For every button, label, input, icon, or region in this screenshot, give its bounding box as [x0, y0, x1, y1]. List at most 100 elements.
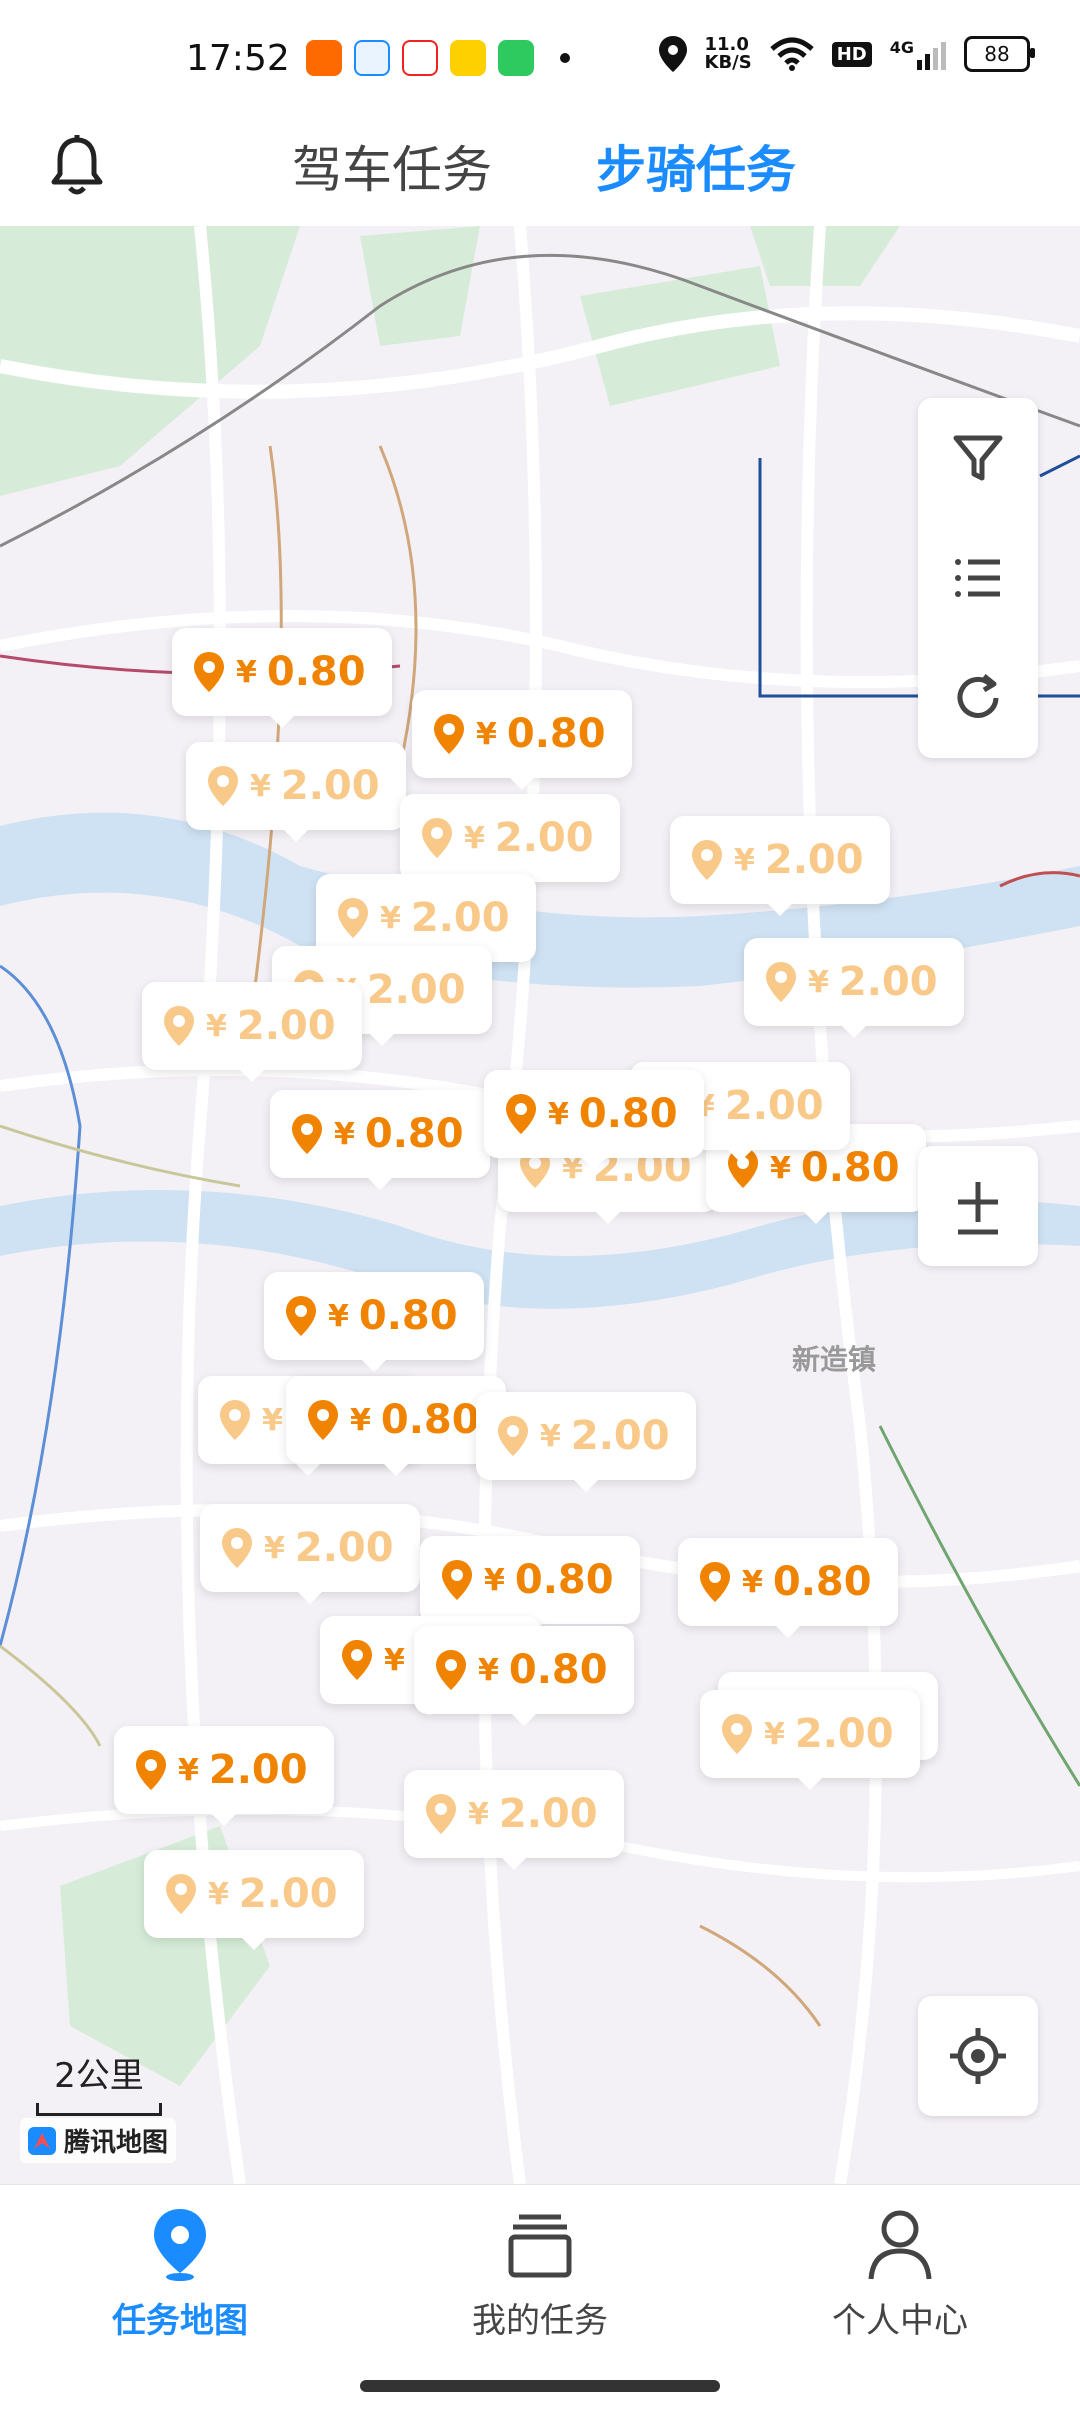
price-amount: 2.00: [280, 763, 380, 809]
price-amount: 2.00: [764, 837, 864, 883]
price-pin[interactable]: ¥0.80: [420, 1536, 640, 1636]
battery-level: 88: [984, 42, 1010, 66]
user-icon: [868, 2210, 932, 2280]
location-pin-icon: [720, 1713, 754, 1755]
bell-icon[interactable]: [48, 134, 106, 198]
currency-symbol: ¥: [540, 1418, 561, 1454]
price-amount: 0.80: [578, 1091, 678, 1137]
task-map[interactable]: 新造镇 ¥0.80¥0.80¥2.00¥2.00¥2.00¥2.00¥2.00¥…: [0, 226, 1080, 2184]
price-amount: 2.00: [498, 1791, 598, 1837]
zoom-button[interactable]: [918, 1146, 1038, 1266]
price-pin[interactable]: ¥2.00: [400, 794, 620, 894]
tab-walk-ride-tasks[interactable]: 步骑任务: [596, 130, 796, 202]
scale-label: 2公里: [54, 2056, 144, 2096]
price-pin[interactable]: ¥2.00: [114, 1726, 334, 1826]
price-amount: 0.80: [772, 1559, 872, 1605]
location-pin-icon: [340, 1639, 374, 1681]
meituan-app-icon: [450, 40, 486, 76]
location-pin-icon: [434, 1649, 468, 1691]
location-pin-icon: [218, 1399, 252, 1441]
nav-task-map[interactable]: 任务地图: [60, 2207, 300, 2342]
currency-symbol: ¥: [262, 1402, 283, 1438]
location-pin-icon: [504, 1093, 538, 1135]
map-tools-panel: [918, 398, 1038, 758]
price-amount: 0.80: [266, 649, 366, 695]
filter-icon: [953, 435, 1003, 481]
tab-drive-tasks[interactable]: 驾车任务: [292, 130, 492, 202]
stack-icon: [508, 2214, 572, 2278]
currency-symbol: ¥: [334, 1116, 355, 1152]
price-pin[interactable]: ¥0.80: [414, 1626, 634, 1726]
price-pin[interactable]: ¥2.00: [404, 1770, 624, 1870]
nav-profile[interactable]: 个人中心: [780, 2207, 1020, 2342]
location-pin-icon: [496, 1415, 530, 1457]
filter-button[interactable]: [918, 398, 1038, 518]
currency-symbol: ¥: [250, 768, 271, 804]
price-pin[interactable]: ¥2.00: [186, 742, 406, 842]
nav-label-my-tasks: 我的任务: [472, 2301, 608, 2341]
price-pin[interactable]: ¥0.80: [286, 1376, 506, 1476]
map-pin-icon: [154, 2209, 206, 2281]
currency-symbol: ¥: [178, 1752, 199, 1788]
provider-label: 腾讯地图: [64, 2128, 169, 2158]
location-pin-icon: [162, 1005, 196, 1047]
price-pin[interactable]: ¥0.80: [678, 1538, 898, 1638]
map-provider-logo: 腾讯地图: [20, 2118, 177, 2163]
location-pin-icon: [424, 1793, 458, 1835]
price-amount: 0.80: [514, 1557, 614, 1603]
price-pin[interactable]: ¥2.00: [476, 1392, 696, 1492]
wechat-icon: [498, 40, 534, 76]
price-pin[interactable]: ¥0.80: [484, 1070, 704, 1170]
status-bar: 17:52 11.0 KB/S HD 4G 88: [0, 0, 1080, 110]
signal-icon: 4G: [890, 38, 946, 70]
map-scale: 2公里: [36, 2048, 162, 2116]
currency-symbol: ¥: [734, 842, 755, 878]
currency-symbol: ¥: [384, 1642, 405, 1678]
price-pin[interactable]: ¥2.00: [144, 1850, 364, 1950]
location-pin-icon: [690, 839, 724, 881]
currency-symbol: ¥: [236, 654, 257, 690]
price-pin[interactable]: ¥0.80: [270, 1090, 490, 1190]
refresh-button[interactable]: [918, 638, 1038, 758]
location-pin-icon: [134, 1749, 168, 1791]
map-place-label: 新造镇: [792, 1343, 877, 1376]
price-pin[interactable]: ¥0.80: [172, 628, 392, 728]
locate-icon: [950, 2028, 1006, 2084]
location-pin-icon: [420, 817, 454, 859]
battery-icon: 88: [964, 36, 1035, 72]
currency-symbol: ¥: [464, 820, 485, 856]
list-button[interactable]: [918, 518, 1038, 638]
location-pin-icon: [440, 1559, 474, 1601]
nav-label-profile: 个人中心: [832, 2301, 968, 2341]
gesture-bar[interactable]: [360, 2380, 720, 2392]
price-pin[interactable]: ¥2.00: [670, 816, 890, 916]
price-amount: 0.80: [364, 1111, 464, 1157]
locate-button[interactable]: [918, 1996, 1038, 2116]
location-pin-icon: [206, 765, 240, 807]
currency-symbol: ¥: [808, 964, 829, 1000]
price-amount: 2.00: [794, 1711, 894, 1757]
price-amount: 2.00: [238, 1871, 338, 1917]
price-pin[interactable]: ¥0.80: [264, 1272, 484, 1372]
price-amount: 2.00: [236, 1003, 336, 1049]
location-pin-icon: [284, 1295, 318, 1337]
price-pin[interactable]: ¥2.00: [744, 938, 964, 1038]
price-amount: 2.00: [410, 895, 510, 941]
price-pin[interactable]: ¥2.00: [142, 982, 362, 1082]
location-pin-icon: [336, 897, 370, 939]
qq-browser-icon: [354, 40, 390, 76]
currency-symbol: ¥: [328, 1298, 349, 1334]
nav-my-tasks[interactable]: 我的任务: [420, 2207, 660, 2342]
price-amount: 2.00: [724, 1083, 824, 1129]
price-pin[interactable]: ¥2.00: [200, 1504, 420, 1604]
stock-app-icon: [402, 40, 438, 76]
price-amount: 2.00: [570, 1413, 670, 1459]
currency-symbol: ¥: [208, 1876, 229, 1912]
currency-symbol: ¥: [770, 1150, 791, 1186]
price-amount: 2.00: [366, 967, 466, 1013]
price-pin[interactable]: ¥2.00: [700, 1690, 920, 1790]
location-pin-icon: [192, 651, 226, 693]
currency-symbol: ¥: [380, 900, 401, 936]
price-amount: 0.80: [508, 1647, 608, 1693]
price-pin[interactable]: ¥0.80: [412, 690, 632, 790]
